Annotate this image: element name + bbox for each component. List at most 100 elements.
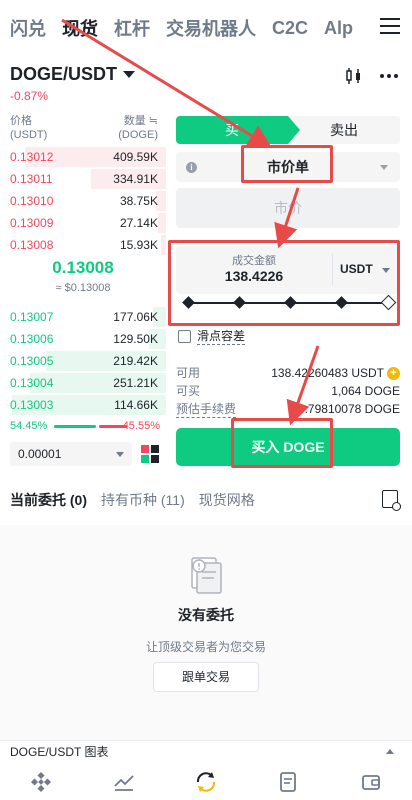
wallet-icon	[361, 775, 380, 790]
empty-title: 没有委托	[178, 607, 234, 623]
highlight-amount	[168, 240, 400, 326]
pair-header[interactable]: DOGE/USDT -0.87%	[10, 64, 136, 103]
sell-ratio: 45.55%	[122, 420, 160, 432]
precision-select[interactable]: 0.00001	[10, 442, 132, 466]
tab-open-orders[interactable]: 当前委托 (0)	[10, 490, 87, 510]
ask-price: 0.13008	[10, 238, 54, 252]
highlight-buy-button	[231, 418, 333, 468]
tab-margin[interactable]: 杠杆	[114, 15, 150, 41]
nav-markets[interactable]	[112, 770, 136, 794]
bid-price: 0.13003	[10, 398, 54, 412]
tab-holdings[interactable]: 持有币种 (11)	[101, 490, 185, 510]
buy-tab[interactable]: 买	[176, 116, 300, 144]
can-buy-label: 可买	[176, 384, 201, 398]
tab-trading-bots[interactable]: 交易机器人	[166, 15, 256, 41]
caret-down-icon	[123, 71, 136, 78]
bid-row[interactable]: 0.13005 219.42K	[0, 350, 166, 372]
candlestick-chart-icon[interactable]	[344, 66, 364, 86]
highlight-order-type	[241, 145, 333, 183]
market-price-field: 市价	[176, 188, 400, 228]
tab-spot-grid[interactable]: 现货网格	[199, 490, 255, 510]
ask-row[interactable]: 0.13011 334.91K	[0, 168, 166, 190]
bid-price: 0.13007	[10, 310, 54, 324]
ask-row[interactable]: 0.13009 27.14K	[0, 212, 166, 234]
available-label: 可用	[176, 366, 201, 380]
no-orders-icon	[191, 557, 222, 594]
bid-row[interactable]: 0.13003 114.66K	[0, 394, 166, 416]
qty-header[interactable]: 数量 ≒	[118, 114, 158, 128]
buy-ratio-bar	[54, 425, 96, 428]
nav-wallet[interactable]	[359, 770, 383, 794]
bid-row[interactable]: 0.13004 251.21K	[0, 372, 166, 394]
mid-price-usd: ≈ $0.13008	[55, 282, 111, 294]
chart-bar-label: DOGE/USDT 图表	[10, 745, 109, 759]
ask-price: 0.13009	[10, 216, 54, 230]
tab-alpha[interactable]: Alp	[324, 18, 353, 39]
mid-price-block[interactable]: 0.13008 ≈ $0.13008	[0, 258, 166, 294]
chart-toggle-bar[interactable]: DOGE/USDT 图表	[0, 740, 412, 764]
nav-trade[interactable]	[194, 770, 218, 794]
bid-qty: 129.50K	[113, 332, 158, 346]
can-buy-value: 1,064 DOGE	[331, 384, 400, 398]
menu-icon[interactable]	[380, 18, 400, 34]
fee-value: 0.79810078 DOGE	[297, 402, 400, 416]
ask-list: 0.13012 409.59K 0.13011 334.91K 0.13010 38.75…	[0, 146, 166, 256]
markets-icon	[113, 775, 134, 791]
sell-tab[interactable]: 卖出	[288, 116, 400, 144]
price-unit: (USDT)	[10, 129, 48, 141]
top-tab-bar: 闪兑 现货 杠杆 交易机器人 C2C Alp	[0, 0, 412, 56]
bid-book: 0.13007 177.06K 0.13006 129.50K 0.13005 219.4…	[0, 302, 166, 416]
caret-down-icon	[380, 165, 388, 170]
mid-price: 0.13008	[52, 258, 114, 277]
ask-qty: 15.93K	[119, 238, 158, 252]
bid-price: 0.13004	[10, 376, 54, 390]
order-book: 价格 (USDT) 数量 ≒ (DOGE) 0.13012 409.59K 0.1301…	[0, 114, 166, 256]
tab-spot[interactable]: 现货	[62, 15, 98, 41]
ask-qty: 38.75K	[119, 194, 158, 208]
fee-label[interactable]: 预估手续费	[176, 400, 237, 418]
ask-row[interactable]: 0.13008 15.93K	[0, 234, 166, 256]
bid-row[interactable]: 0.13006 129.50K	[0, 328, 166, 350]
bid-row[interactable]: 0.13007 177.06K	[0, 306, 166, 328]
nav-futures[interactable]	[276, 770, 300, 794]
ask-depth-bar	[157, 213, 166, 233]
empty-subtitle: 让顶级交易者为您交易	[145, 640, 266, 654]
buy-sell-ratio: 54.45% 45.55%	[10, 420, 160, 434]
tab-c2c[interactable]: C2C	[272, 18, 308, 39]
add-funds-icon[interactable]: +	[387, 366, 400, 380]
price-header: 价格	[10, 115, 32, 127]
order-stats: 可用 138.42260483 USDT + 可买 1,064 DOGE 预估手续费 0…	[176, 364, 400, 418]
ask-qty: 334.91K	[113, 172, 158, 186]
nav-home[interactable]	[29, 770, 53, 794]
orderbook-layout-icon[interactable]	[141, 445, 159, 463]
caret-down-icon	[116, 452, 124, 457]
buy-ratio: 54.45%	[10, 420, 48, 432]
precision-value: 0.00001	[18, 447, 62, 461]
tab-convert[interactable]: 闪兑	[10, 15, 46, 41]
ask-depth-bar	[161, 235, 166, 255]
ask-qty: 409.59K	[113, 150, 158, 164]
copy-trading-button[interactable]: 跟单交易	[153, 662, 259, 692]
binance-logo-icon	[31, 771, 52, 793]
ask-row[interactable]: 0.13012 409.59K	[0, 146, 166, 168]
bid-list: 0.13007 177.06K 0.13006 129.50K 0.13005 219.4…	[0, 306, 166, 416]
orders-tab-bar: 当前委托 (0) 持有币种 (11) 现货网格	[10, 490, 269, 510]
ask-price: 0.13012	[10, 150, 54, 164]
order-form: 买 卖出 i 市价单 市价 成交金额 138.4226 USDT 滑点容差 可用…	[176, 116, 400, 466]
available-value: 138.42260483 USDT	[271, 366, 384, 380]
futures-icon	[280, 772, 297, 792]
slippage-checkbox[interactable]	[178, 329, 191, 343]
more-icon[interactable]	[380, 74, 398, 78]
ask-row[interactable]: 0.13010 38.75K	[0, 190, 166, 212]
caret-up-icon	[386, 749, 394, 754]
bottom-nav	[0, 764, 412, 800]
order-history-icon[interactable]	[382, 490, 401, 511]
bid-qty: 177.06K	[113, 310, 158, 324]
ask-price: 0.13010	[10, 194, 54, 208]
slippage-label: 滑点容差	[197, 329, 246, 345]
slippage-option[interactable]: 滑点容差	[178, 327, 246, 345]
pair-change: -0.87%	[10, 89, 49, 103]
bid-qty: 219.42K	[113, 354, 158, 368]
empty-orders: 没有委托 让顶级交易者为您交易 跟单交易	[0, 525, 412, 740]
trade-icon	[196, 772, 215, 792]
